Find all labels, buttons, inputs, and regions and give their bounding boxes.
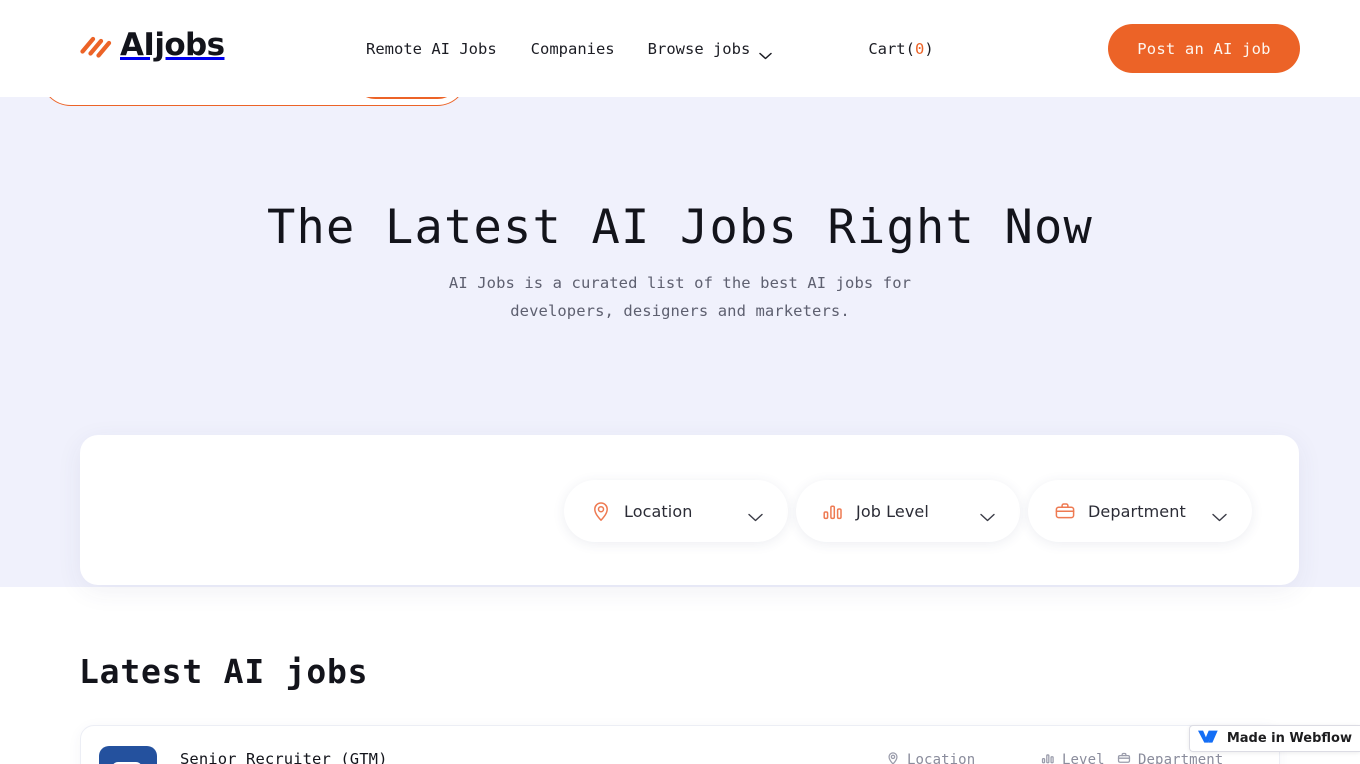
post-an-ai-job-button[interactable]: Post an AI job bbox=[1108, 24, 1300, 73]
job-meta-location: Location bbox=[886, 751, 975, 764]
cart-label-close: ) bbox=[924, 39, 934, 58]
made-in-webflow-badge[interactable]: Made in Webflow bbox=[1188, 725, 1360, 752]
page-title: The Latest AI Jobs Right Now bbox=[267, 200, 1093, 255]
filter-job-level[interactable]: Job Level bbox=[796, 480, 1020, 542]
job-meta-level-label: Level bbox=[1062, 752, 1105, 764]
map-pin-icon bbox=[590, 500, 612, 522]
filter-location-label: Location bbox=[624, 501, 693, 521]
latest-jobs-heading: Latest AI jobs bbox=[79, 652, 369, 691]
nav-companies-label: Companies bbox=[530, 39, 615, 58]
company-logo bbox=[99, 746, 157, 764]
chevron-down-icon bbox=[980, 507, 995, 521]
page-root: AIjobs Remote AI Jobs Companies Browse j… bbox=[0, 0, 1360, 764]
nav-cart[interactable]: Cart(0) bbox=[868, 40, 933, 58]
job-meta-department-label: Department bbox=[1138, 752, 1224, 764]
briefcase-icon bbox=[1054, 500, 1076, 522]
filter-job-level-label: Job Level bbox=[856, 501, 929, 521]
filter-location[interactable]: Location bbox=[564, 480, 788, 542]
chevron-down-icon bbox=[1212, 507, 1227, 521]
cart-count: 0 bbox=[914, 39, 925, 58]
chevron-down-icon bbox=[759, 46, 773, 59]
table-row[interactable]: Senior Recruiter (GTM) Location Level De… bbox=[80, 725, 1280, 764]
map-pin-icon bbox=[886, 751, 900, 764]
job-title: Senior Recruiter (GTM) bbox=[180, 750, 388, 764]
job-meta-level: Level bbox=[1041, 751, 1105, 764]
bar-chart-icon bbox=[1041, 751, 1055, 764]
nav-browse-jobs[interactable]: Browse jobs bbox=[647, 39, 773, 59]
bar-chart-icon bbox=[822, 500, 844, 522]
webflow-logo-icon bbox=[1197, 729, 1220, 748]
site-header: AIjobs Remote AI Jobs Companies Browse j… bbox=[0, 0, 1360, 97]
job-meta-location-label: Location bbox=[907, 752, 976, 764]
filter-department-label: Department bbox=[1088, 501, 1186, 521]
aijobs-slashes-icon bbox=[78, 31, 112, 61]
main-navigation: Remote AI Jobs Companies Browse jobs Car… bbox=[366, 0, 934, 97]
briefcase-icon bbox=[1117, 751, 1131, 764]
logo-text: AIjobs bbox=[120, 27, 225, 63]
made-in-webflow-label: Made in Webflow bbox=[1226, 731, 1352, 746]
logo-link[interactable]: AIjobs bbox=[78, 30, 225, 61]
nav-remote-ai-jobs-label: Remote AI Jobs bbox=[366, 39, 497, 58]
nav-companies[interactable]: Companies bbox=[531, 40, 615, 58]
hero-subtitle: AI Jobs is a curated list of the best AI… bbox=[448, 274, 912, 320]
nav-browse-jobs-label: Browse jobs bbox=[647, 39, 751, 58]
chevron-down-icon bbox=[748, 507, 763, 521]
job-meta-department: Department bbox=[1117, 751, 1223, 764]
cart-label: Cart( bbox=[868, 39, 915, 58]
nav-remote-ai-jobs[interactable]: Remote AI Jobs bbox=[366, 40, 497, 58]
filter-department[interactable]: Department bbox=[1028, 480, 1252, 542]
